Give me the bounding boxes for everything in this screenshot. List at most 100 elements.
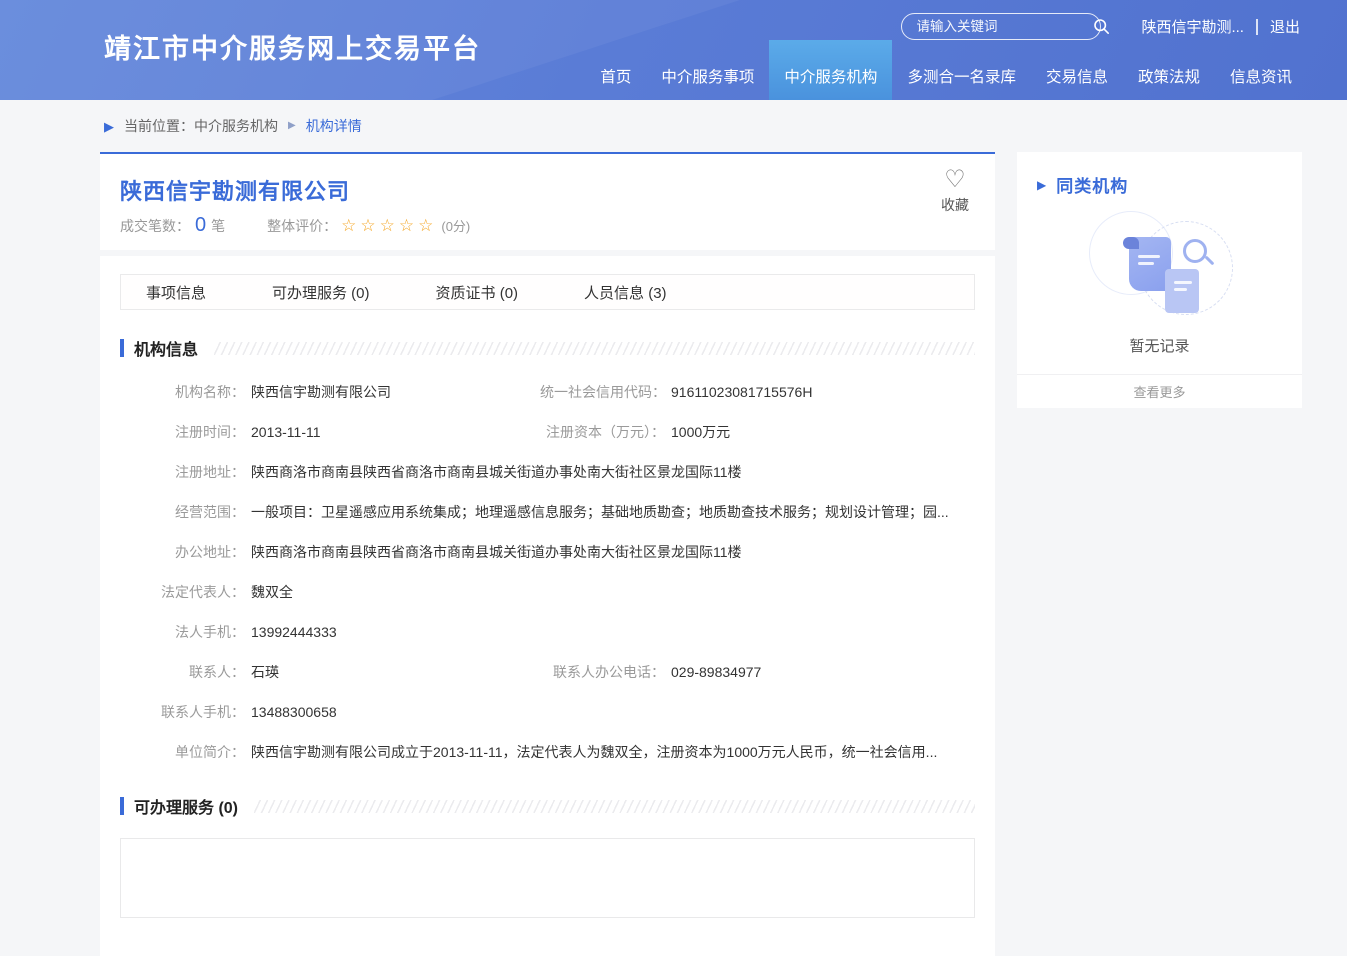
section-accent-bar bbox=[120, 797, 124, 815]
org-info-section-title: 机构信息 bbox=[134, 336, 198, 360]
star-icon: ☆ bbox=[418, 216, 437, 235]
logout-link[interactable]: 退出 bbox=[1270, 16, 1300, 37]
breadcrumb-current: 机构详情 bbox=[306, 116, 362, 136]
field-value: 1000万元 bbox=[671, 422, 730, 442]
org-header-card: 陕西信宇勘测有限公司 成交笔数： 0 笔 整体评价： ☆☆☆☆☆ (0分) ♡ … bbox=[100, 152, 995, 250]
field-label: 机构名称： bbox=[120, 382, 245, 402]
info-row: 机构名称： 陕西信宇勘测有限公司 统一社会信用代码： 9161102308171… bbox=[120, 372, 975, 412]
info-row: 办公地址： 陕西商洛市商南县陕西省商洛市商南县城关街道办事处南大街社区景龙国际1… bbox=[120, 532, 975, 572]
view-more-button[interactable]: 查看更多 bbox=[1017, 374, 1302, 408]
rating-score: (0分) bbox=[441, 216, 470, 235]
star-icon: ☆ bbox=[380, 216, 399, 235]
favorite-label[interactable]: 收藏 bbox=[941, 195, 969, 215]
field-label: 联系人手机： bbox=[120, 702, 245, 722]
org-meta: 成交笔数： 0 笔 整体评价： ☆☆☆☆☆ (0分) bbox=[120, 214, 470, 237]
empty-state-illustration bbox=[1085, 211, 1235, 323]
info-row: 法人手机： 13992444333 bbox=[120, 612, 975, 652]
rating-label: 整体评价： bbox=[267, 216, 337, 236]
star-icon: ☆ bbox=[360, 216, 379, 235]
similar-orgs-card: ▶ 同类机构 暂无记录 查看更多 bbox=[1017, 152, 1302, 408]
field-value: 一般项目：卫星遥感应用系统集成；地理遥感信息服务；基础地质勘查；地质勘查技术服务… bbox=[251, 502, 949, 522]
breadcrumb: ▶ 当前位置： 中介服务机构 ▶ 机构详情 bbox=[0, 100, 1347, 152]
nav-item-trade-info[interactable]: 交易信息 bbox=[1031, 56, 1123, 100]
org-name: 陕西信宇勘测有限公司 bbox=[120, 174, 350, 206]
page: 靖江市中介服务网上交易平台 陕西信宇勘测... 退出 首页 中介服务事项 中介服… bbox=[0, 0, 1347, 851]
field-label: 注册资本（万元）： bbox=[540, 422, 665, 442]
site-header: 靖江市中介服务网上交易平台 陕西信宇勘测... 退出 首页 中介服务事项 中介服… bbox=[0, 0, 1347, 100]
breadcrumb-arrow-icon: ▶ bbox=[104, 120, 114, 133]
org-info-rows: 机构名称： 陕西信宇勘测有限公司 统一社会信用代码： 9161102308171… bbox=[120, 372, 975, 772]
nav-item-service-orgs[interactable]: 中介服务机构 bbox=[769, 40, 892, 100]
nav-item-policies[interactable]: 政策法规 bbox=[1123, 56, 1215, 100]
info-row: 注册时间： 2013-11-11 注册资本（万元）： 1000万元 bbox=[120, 412, 975, 452]
header-top-right: 陕西信宇勘测... 退出 bbox=[901, 13, 1300, 40]
deal-count-label: 成交笔数： bbox=[120, 216, 190, 236]
field-label: 法人手机： bbox=[120, 622, 245, 642]
search-icon[interactable] bbox=[1093, 18, 1110, 35]
rating-stars: ☆☆☆☆☆ bbox=[341, 217, 437, 234]
field-value: 魏双全 bbox=[251, 582, 293, 602]
field-value: 陕西商洛市商南县陕西省商洛市商南县城关街道办事处南大街社区景龙国际11楼 bbox=[251, 542, 742, 562]
info-row: 联系人： 石瑛 联系人办公电话： 029-89834977 bbox=[120, 652, 975, 692]
similar-orgs-title: 同类机构 bbox=[1056, 172, 1128, 197]
field-value: 13488300658 bbox=[251, 704, 337, 720]
search-input[interactable] bbox=[916, 19, 1093, 34]
field-value: 2013-11-11 bbox=[251, 424, 321, 440]
field-label: 单位简介： bbox=[120, 742, 245, 762]
field-label: 注册时间： bbox=[120, 422, 245, 442]
services-section-header: 可办理服务 (0) bbox=[120, 794, 975, 818]
field-label: 法定代表人： bbox=[120, 582, 245, 602]
content: 陕西信宇勘测有限公司 成交笔数： 0 笔 整体评价： ☆☆☆☆☆ (0分) ♡ … bbox=[100, 152, 1302, 956]
nav-item-home[interactable]: 首页 bbox=[585, 56, 646, 100]
tabs-bar: 事项信息 可办理服务 (0) 资质证书 (0) 人员信息 (3) bbox=[120, 274, 975, 310]
nav-item-service-items[interactable]: 中介服务事项 bbox=[646, 56, 769, 100]
field-value: 陕西信宇勘测有限公司成立于2013-11-11，法定代表人为魏双全，注册资本为1… bbox=[251, 742, 937, 762]
main-nav: 首页 中介服务事项 中介服务机构 多测合一名录库 交易信息 政策法规 信息资讯 bbox=[585, 56, 1307, 100]
field-label: 联系人办公电话： bbox=[540, 662, 665, 682]
field-value: 陕西商洛市商南县陕西省商洛市商南县城关街道办事处南大街社区景龙国际11楼 bbox=[251, 462, 742, 482]
breadcrumb-prefix: 当前位置： bbox=[124, 116, 194, 136]
site-title: 靖江市中介服务网上交易平台 bbox=[104, 27, 481, 66]
sidebar-arrow-icon: ▶ bbox=[1037, 179, 1046, 191]
deal-count-unit: 笔 bbox=[211, 216, 225, 236]
user-area: 陕西信宇勘测... 退出 bbox=[1141, 16, 1300, 37]
tab-certificates[interactable]: 资质证书 (0) bbox=[436, 282, 519, 303]
tab-personnel[interactable]: 人员信息 (3) bbox=[584, 282, 667, 303]
tab-item-info[interactable]: 事项信息 bbox=[146, 282, 206, 303]
field-value: 13992444333 bbox=[251, 624, 337, 640]
user-divider bbox=[1256, 19, 1258, 35]
info-row: 法定代表人： 魏双全 bbox=[120, 572, 975, 612]
info-row: 单位简介： 陕西信宇勘测有限公司成立于2013-11-11，法定代表人为魏双全，… bbox=[120, 732, 975, 772]
field-label: 经营范围： bbox=[120, 502, 245, 522]
empty-record-text: 暂无记录 bbox=[1017, 335, 1302, 356]
section-hatch-decoration bbox=[214, 342, 975, 355]
info-row: 经营范围： 一般项目：卫星遥感应用系统集成；地理遥感信息服务；基础地质勘查；地质… bbox=[120, 492, 975, 532]
magnifier-icon bbox=[1183, 239, 1207, 263]
info-row: 联系人手机： 13488300658 bbox=[120, 692, 975, 732]
org-detail-card: 事项信息 可办理服务 (0) 资质证书 (0) 人员信息 (3) 机构信息 机构… bbox=[100, 256, 995, 956]
org-info-section-header: 机构信息 bbox=[120, 336, 975, 360]
field-label: 办公地址： bbox=[120, 542, 245, 562]
field-label: 联系人： bbox=[120, 662, 245, 682]
services-section-title: 可办理服务 (0) bbox=[134, 794, 238, 818]
similar-orgs-header: ▶ 同类机构 bbox=[1017, 152, 1302, 197]
document-icon bbox=[1165, 269, 1199, 313]
heart-icon[interactable]: ♡ bbox=[944, 168, 966, 192]
star-icon: ☆ bbox=[341, 216, 360, 235]
services-empty-box bbox=[120, 838, 975, 918]
nav-item-directory[interactable]: 多测合一名录库 bbox=[892, 56, 1031, 100]
star-icon: ☆ bbox=[399, 216, 418, 235]
breadcrumb-parent[interactable]: 中介服务机构 bbox=[194, 116, 278, 136]
search-box[interactable] bbox=[901, 13, 1101, 40]
user-name[interactable]: 陕西信宇勘测... bbox=[1141, 16, 1244, 37]
favorite-button[interactable]: ♡ 收藏 bbox=[941, 168, 969, 215]
field-value: 91611023081715576H bbox=[671, 384, 812, 400]
field-label: 统一社会信用代码： bbox=[540, 382, 665, 402]
nav-item-news[interactable]: 信息资讯 bbox=[1215, 56, 1307, 100]
left-column: 陕西信宇勘测有限公司 成交笔数： 0 笔 整体评价： ☆☆☆☆☆ (0分) ♡ … bbox=[100, 152, 995, 956]
field-label: 注册地址： bbox=[120, 462, 245, 482]
section-hatch-decoration bbox=[254, 800, 975, 813]
section-accent-bar bbox=[120, 339, 124, 357]
tab-services[interactable]: 可办理服务 (0) bbox=[272, 282, 370, 303]
field-value: 029-89834977 bbox=[671, 664, 761, 680]
